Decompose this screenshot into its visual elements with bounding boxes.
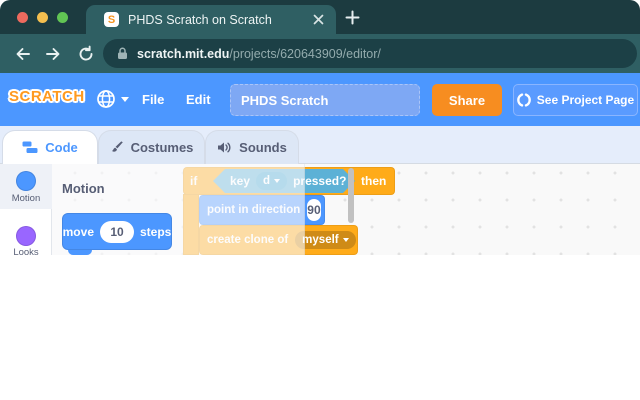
browser-tab-title: PHDS Scratch on Scratch: [128, 12, 272, 27]
back-icon[interactable]: [13, 44, 32, 63]
block-palette[interactable]: Motion move 10 steps: [52, 164, 354, 255]
palette-category-header: Motion: [62, 181, 105, 196]
see-project-page-button[interactable]: See Project Page: [513, 84, 638, 116]
chevron-down-icon: [121, 96, 129, 102]
url-text: scratch.mit.edu/projects/620643909/edito…: [137, 47, 381, 61]
browser-tab-bar: S PHDS Scratch on Scratch: [0, 0, 640, 34]
code-blocks-icon: [22, 141, 38, 153]
reload-icon[interactable]: [76, 44, 95, 63]
category-motion-label[interactable]: Motion: [0, 193, 52, 204]
direction-input[interactable]: 90: [307, 199, 321, 221]
category-looks-icon[interactable]: [16, 226, 36, 246]
then-label: then: [361, 174, 387, 188]
tab-code-label: Code: [45, 140, 78, 155]
see-project-page-label: See Project Page: [536, 93, 635, 107]
screenshot-root: S PHDS Scratch on Scratch scratch.mit.ed…: [0, 0, 640, 400]
zoom-window-button[interactable]: [57, 12, 68, 23]
globe-icon: [97, 90, 115, 108]
scratch-favicon-icon: S: [104, 12, 119, 27]
tab-code[interactable]: Code: [2, 130, 98, 164]
move-steps-block[interactable]: move 10 steps: [62, 213, 172, 250]
editor-tab-band: Code Costumes Sounds: [0, 126, 640, 164]
tab-sounds-label: Sounds: [239, 140, 287, 155]
new-tab-icon[interactable]: [344, 9, 361, 26]
project-name-input[interactable]: [230, 84, 420, 116]
scratch-logo[interactable]: SCRATCH: [9, 88, 85, 105]
forward-icon[interactable]: [43, 44, 62, 63]
minimize-window-button[interactable]: [37, 12, 48, 23]
scratch-header: SCRATCH File Edit Share See Project Page: [0, 73, 640, 126]
edit-menu[interactable]: Edit: [186, 92, 211, 107]
chevron-down-icon: [342, 238, 349, 242]
editor-work-area: if key d pressed? then point in directio…: [0, 164, 640, 255]
category-motion-icon[interactable]: [16, 171, 36, 191]
speaker-icon: [218, 142, 231, 153]
move-label: move: [62, 224, 94, 239]
category-looks-label[interactable]: Looks: [0, 247, 52, 255]
url-path: /projects/620643909/editor/: [229, 46, 381, 61]
address-bar[interactable]: scratch.mit.edu/projects/620643909/edito…: [103, 39, 637, 68]
lock-icon: [118, 47, 127, 59]
tab-costumes-label: Costumes: [130, 140, 194, 155]
tab-costumes[interactable]: Costumes: [98, 130, 205, 164]
close-window-button[interactable]: [17, 12, 28, 23]
url-domain: scratch.mit.edu: [137, 46, 230, 61]
tab-sounds[interactable]: Sounds: [205, 130, 299, 164]
palette-scrollbar[interactable]: [348, 168, 354, 223]
steps-label: steps: [140, 224, 172, 239]
steps-input[interactable]: 10: [100, 220, 134, 243]
clone-dropdown-value: myself: [302, 234, 339, 246]
close-tab-icon[interactable]: [310, 12, 326, 28]
move-block-bottom-tab: [68, 250, 92, 255]
see-project-page-icon: [516, 93, 531, 107]
share-button[interactable]: Share: [432, 84, 502, 116]
paintbrush-icon: [111, 140, 123, 152]
language-selector[interactable]: [96, 89, 129, 109]
browser-tab[interactable]: S PHDS Scratch on Scratch: [86, 5, 336, 34]
category-sidebar: Motion Looks: [0, 164, 52, 255]
file-menu[interactable]: File: [142, 92, 164, 107]
browser-toolbar: scratch.mit.edu/projects/620643909/edito…: [0, 34, 640, 73]
